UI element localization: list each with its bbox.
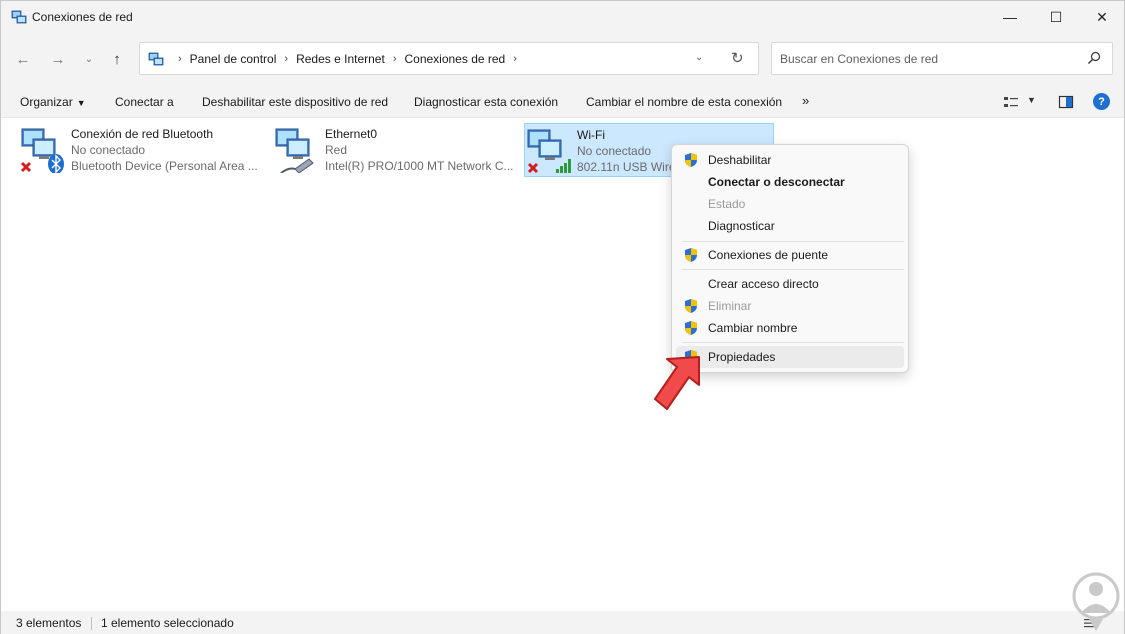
menu-separator <box>682 241 904 242</box>
menu-separator <box>682 342 904 343</box>
connection-device: Intel(R) PRO/1000 MT Network C... <box>325 159 514 173</box>
address-bar[interactable]: › Panel de control › Redes e Internet › … <box>139 42 759 75</box>
menu-label: Crear acceso directo <box>708 277 819 291</box>
connect-to-button[interactable]: Conectar a <box>115 95 174 109</box>
change-view-icon[interactable] <box>1003 94 1019 110</box>
chevron-down-icon: ⌄ <box>84 53 94 65</box>
connection-name: Conexión de red Bluetooth <box>71 127 214 141</box>
command-bar: Organizar ▼ Conectar a Deshabilitar este … <box>1 85 1124 118</box>
menu-label: Eliminar <box>708 299 752 313</box>
chevron-right-icon[interactable]: › <box>178 53 182 65</box>
help-button[interactable]: ? <box>1093 93 1110 110</box>
uac-shield-icon <box>685 321 697 335</box>
refresh-icon[interactable]: ↻ <box>731 49 744 67</box>
close-icon: ✕ <box>1096 8 1108 25</box>
site-logo-icon <box>1072 572 1120 631</box>
connection-status: Red <box>325 143 348 157</box>
item-text: Wi-Fi No conectado 802.11n USB Wire <box>577 127 676 175</box>
chevron-right-icon[interactable]: › <box>513 53 517 65</box>
minimize-icon: — <box>1003 9 1017 25</box>
menu-label: Conectar o desconectar <box>708 175 845 189</box>
menu-item-disable[interactable]: Deshabilitar <box>676 149 904 171</box>
question-icon: ? <box>1098 95 1105 108</box>
connection-name: Ethernet0 <box>325 127 378 141</box>
connection-device: Bluetooth Device (Personal Area ... <box>71 159 258 173</box>
network-connections-icon <box>11 10 27 24</box>
organize-label: Organizar <box>20 95 73 109</box>
breadcrumb-item-network-connections[interactable]: Conexiones de red <box>404 52 505 66</box>
up-button[interactable]: ↑ <box>105 47 129 71</box>
organize-menu-button[interactable]: Organizar ▼ <box>20 95 86 109</box>
diagnose-connection-button[interactable]: Diagnosticar esta conexión <box>414 95 558 109</box>
search-input[interactable]: Buscar en Conexiones de red <box>780 52 938 66</box>
disable-device-button[interactable]: Deshabilitar este dispositivo de red <box>202 95 388 109</box>
list-item[interactable]: Conexión de red Bluetooth No conectado B… <box>19 123 259 177</box>
explorer-window: Conexiones de red — ☐ ✕ ← → ⌄ ↑ › Panel … <box>0 0 1125 634</box>
selection-count: 1 elemento seleccionado <box>101 616 234 630</box>
menu-label: Deshabilitar <box>708 153 772 167</box>
caret-down-icon: ▼ <box>76 98 86 108</box>
minimize-button[interactable]: — <box>987 1 1033 33</box>
control-panel-icon <box>148 52 164 66</box>
recent-locations-button[interactable]: ⌄ <box>77 47 101 71</box>
breadcrumb: › Panel de control › Redes e Internet › … <box>170 52 525 66</box>
uac-shield-icon <box>685 153 697 167</box>
menu-item-connect-disconnect[interactable]: Conectar o desconectar <box>676 171 904 193</box>
arrow-left-icon: ← <box>15 50 31 68</box>
connection-status: No conectado <box>71 143 146 157</box>
menu-label: Diagnosticar <box>708 219 775 233</box>
menu-separator <box>682 269 904 270</box>
status-bar: 3 elementos 1 elemento seleccionado <box>1 611 1124 634</box>
uac-shield-icon <box>685 248 697 262</box>
uac-shield-icon <box>685 299 697 313</box>
search-icon[interactable] <box>1086 50 1102 66</box>
menu-label: Propiedades <box>708 350 776 364</box>
breadcrumb-item-network-internet[interactable]: Redes e Internet <box>296 52 385 66</box>
navigation-bar: ← → ⌄ ↑ › Panel de control › Redes e Int… <box>1 33 1124 85</box>
menu-item-create-shortcut[interactable]: Crear acceso directo <box>676 273 904 295</box>
ethernet-network-icon <box>275 128 314 173</box>
breadcrumb-item-control-panel[interactable]: Panel de control <box>190 52 277 66</box>
forward-button[interactable]: → <box>46 47 70 71</box>
more-commands-button[interactable]: » <box>802 93 809 108</box>
menu-item-rename[interactable]: Cambiar nombre <box>676 317 904 339</box>
title-bar[interactable]: Conexiones de red — ☐ ✕ <box>1 1 1124 33</box>
menu-label: Cambiar nombre <box>708 321 798 335</box>
arrow-up-icon: ↑ <box>113 50 121 68</box>
connection-status: No conectado <box>577 144 652 158</box>
connections-list: Conexión de red Bluetooth No conectado B… <box>1 119 1124 611</box>
item-text: Conexión de red Bluetooth No conectado B… <box>71 126 258 174</box>
maximize-icon: ☐ <box>1049 8 1063 25</box>
item-count: 3 elementos <box>16 616 82 630</box>
connection-name: Wi-Fi <box>577 128 605 142</box>
chevron-right-icon[interactable]: › <box>393 53 397 65</box>
address-history-dropdown[interactable]: ⌄ <box>695 52 703 63</box>
wifi-network-icon <box>527 129 571 174</box>
maximize-button[interactable]: ☐ <box>1033 1 1079 33</box>
window-title: Conexiones de red <box>32 10 133 24</box>
bluetooth-network-icon <box>20 128 64 173</box>
chevron-right-icon[interactable]: › <box>284 53 288 65</box>
rename-connection-button[interactable]: Cambiar el nombre de esta conexión <box>586 95 782 109</box>
menu-item-delete: Eliminar <box>676 295 904 317</box>
preview-pane-icon[interactable] <box>1058 94 1074 110</box>
search-box[interactable]: Buscar en Conexiones de red <box>771 42 1113 75</box>
menu-label: Conexiones de puente <box>708 248 829 262</box>
caret-down-icon[interactable]: ▼ <box>1027 95 1036 105</box>
close-button[interactable]: ✕ <box>1079 1 1125 33</box>
pointer-arrow-icon <box>654 356 700 410</box>
back-button[interactable]: ← <box>11 47 35 71</box>
item-text: Ethernet0 Red Intel(R) PRO/1000 MT Netwo… <box>325 126 514 174</box>
menu-item-status: Estado <box>676 193 904 215</box>
context-menu: Deshabilitar Conectar o desconectar Esta… <box>671 144 909 373</box>
menu-item-diagnose[interactable]: Diagnosticar <box>676 215 904 237</box>
menu-item-bridge-connections[interactable]: Conexiones de puente <box>676 244 904 266</box>
arrow-right-icon: → <box>50 50 66 68</box>
menu-label: Estado <box>708 197 746 211</box>
status-divider <box>91 617 92 630</box>
connection-device: 802.11n USB Wire <box>577 160 676 174</box>
list-item[interactable]: Ethernet0 Red Intel(R) PRO/1000 MT Netwo… <box>273 123 518 177</box>
menu-item-properties[interactable]: Propiedades <box>676 346 904 368</box>
